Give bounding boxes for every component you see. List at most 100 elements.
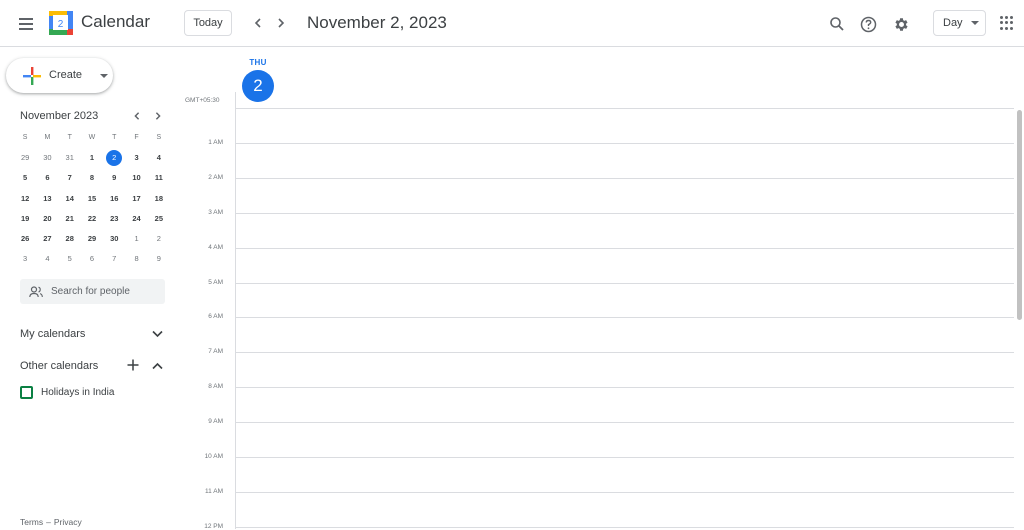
chevron-right-icon[interactable] — [150, 108, 166, 124]
mini-calendar-day[interactable]: 23 — [103, 211, 125, 227]
hour-gridline — [236, 108, 1014, 109]
day-number: 1 — [89, 153, 95, 163]
vertical-scrollbar[interactable] — [1017, 110, 1022, 320]
mini-calendar-day[interactable]: 27 — [36, 231, 58, 247]
day-number: 5 — [23, 173, 28, 183]
search-people-field[interactable] — [20, 279, 165, 304]
day-number: 4 — [45, 254, 50, 264]
mini-calendar-day[interactable]: 13 — [36, 191, 58, 207]
chevron-down-icon[interactable] — [150, 327, 164, 341]
mini-calendar-day-selected[interactable]: 2 — [103, 150, 125, 167]
mini-calendar-day[interactable]: 21 — [59, 211, 81, 227]
mini-calendar-week: 19 20 21 22 23 24 25 — [14, 209, 170, 229]
day-number: 6 — [89, 254, 95, 264]
calendar-item-holidays-india[interactable]: Holidays in India — [20, 385, 114, 399]
day-number: 16 — [110, 193, 119, 203]
mini-calendar-day[interactable]: 9 — [148, 251, 170, 267]
mini-calendar-day[interactable]: 16 — [103, 191, 125, 207]
footer-separator: – — [46, 517, 51, 527]
mini-calendar-day[interactable]: 2 — [148, 231, 170, 247]
day-number: 7 — [112, 254, 117, 264]
hamburger-menu-icon[interactable] — [14, 12, 38, 36]
terms-link[interactable]: Terms — [20, 517, 43, 527]
my-calendars-title[interactable]: My calendars — [20, 328, 85, 340]
mini-calendar-day[interactable]: 18 — [148, 191, 170, 207]
mini-calendar-day[interactable]: 4 — [148, 150, 170, 166]
hour-gridline — [236, 422, 1014, 424]
mini-calendar-week: 29 30 31 1 2 3 4 — [14, 148, 170, 168]
top-bar: 2 Calendar Today November 2, 2023 Day — [0, 0, 1024, 47]
mini-calendar-day[interactable]: 10 — [125, 170, 147, 186]
day-number: 29 — [20, 153, 30, 163]
apps-grid-icon[interactable] — [1000, 16, 1014, 30]
mini-calendar-day[interactable]: 31 — [59, 150, 81, 166]
mini-calendar-day[interactable]: 8 — [81, 170, 103, 186]
mini-calendar-day[interactable]: 30 — [103, 231, 125, 247]
plus-icon — [23, 67, 41, 85]
mini-calendar-day[interactable]: 9 — [103, 170, 125, 186]
mini-calendar-day[interactable]: 28 — [59, 231, 81, 247]
mini-calendar-day[interactable]: 7 — [59, 170, 81, 186]
mini-calendar-day[interactable]: 14 — [59, 191, 81, 207]
search-people-input[interactable] — [51, 286, 151, 297]
mini-calendar-day[interactable]: 8 — [125, 251, 147, 267]
today-button[interactable]: Today — [184, 10, 232, 36]
create-button[interactable]: Create — [6, 58, 113, 93]
mini-calendar-day[interactable]: 19 — [14, 211, 36, 227]
day-number: 18 — [154, 193, 163, 203]
mini-calendar-day[interactable]: 22 — [81, 211, 103, 227]
other-calendars-title[interactable]: Other calendars — [20, 360, 98, 372]
day-number: 30 — [43, 153, 52, 163]
help-icon[interactable] — [856, 12, 880, 36]
privacy-link[interactable]: Privacy — [54, 517, 82, 527]
mini-calendar-day[interactable]: 20 — [36, 211, 58, 227]
mini-calendar-day[interactable]: 12 — [14, 191, 36, 207]
mini-calendar-day[interactable]: 5 — [14, 170, 36, 186]
chevron-left-icon[interactable] — [248, 13, 268, 33]
search-icon[interactable] — [825, 12, 849, 36]
chevron-left-icon[interactable] — [129, 108, 145, 124]
gear-icon[interactable] — [889, 12, 913, 36]
mini-calendar-day[interactable]: 1 — [81, 150, 103, 166]
mini-calendar-day[interactable]: 5 — [59, 251, 81, 267]
view-selector[interactable]: Day — [933, 10, 986, 36]
mini-calendar-day[interactable]: 11 — [148, 170, 170, 186]
mini-calendar-day[interactable]: 29 — [81, 231, 103, 247]
chevron-up-icon[interactable] — [150, 359, 164, 373]
mini-calendar-day[interactable]: 26 — [14, 231, 36, 247]
weekday-label: M — [44, 134, 51, 142]
mini-calendar-week: 5 6 7 8 9 10 11 — [14, 168, 170, 188]
chevron-right-icon[interactable] — [271, 13, 291, 33]
day-number: 28 — [65, 234, 74, 244]
mini-calendar-day[interactable]: 3 — [125, 150, 147, 166]
mini-calendar-day[interactable]: 24 — [125, 211, 147, 227]
mini-calendar-day[interactable]: 7 — [103, 251, 125, 267]
hour-gridline — [236, 491, 1014, 493]
mini-calendar-day[interactable]: 6 — [81, 251, 103, 267]
weekday-label: T — [67, 134, 72, 142]
hour-gridline — [236, 526, 1014, 528]
day-number: 3 — [134, 153, 139, 163]
day-number: 29 — [87, 234, 97, 244]
day-number: 31 — [65, 153, 74, 163]
day-number: 5 — [67, 254, 72, 264]
mini-calendar-day[interactable]: 15 — [81, 191, 103, 207]
hour-label: 9 AM — [208, 418, 223, 426]
mini-calendar-day[interactable]: 4 — [36, 251, 58, 267]
hour-label: 8 AM — [208, 383, 223, 391]
calendar-checkbox[interactable] — [20, 385, 33, 399]
mini-calendar-week: 26 27 28 29 30 1 2 — [14, 229, 170, 249]
mini-calendar-day[interactable]: 1 — [125, 231, 147, 247]
mini-calendar-day[interactable]: 29 — [14, 150, 36, 166]
current-date-title: November 2, 2023 — [307, 13, 447, 32]
mini-calendar-day[interactable]: 30 — [36, 150, 58, 166]
weekday-label: W — [88, 134, 96, 142]
day-time-grid[interactable] — [235, 92, 1015, 529]
mini-calendar-day[interactable]: 25 — [148, 211, 170, 227]
mini-calendar-day[interactable]: 6 — [36, 170, 58, 186]
weekday-label: S — [22, 134, 28, 142]
mini-calendar-day[interactable]: 17 — [125, 191, 147, 207]
plus-icon[interactable] — [126, 358, 140, 372]
mini-calendar-day[interactable]: 3 — [14, 251, 36, 267]
hour-label: 10 AM — [204, 453, 223, 460]
